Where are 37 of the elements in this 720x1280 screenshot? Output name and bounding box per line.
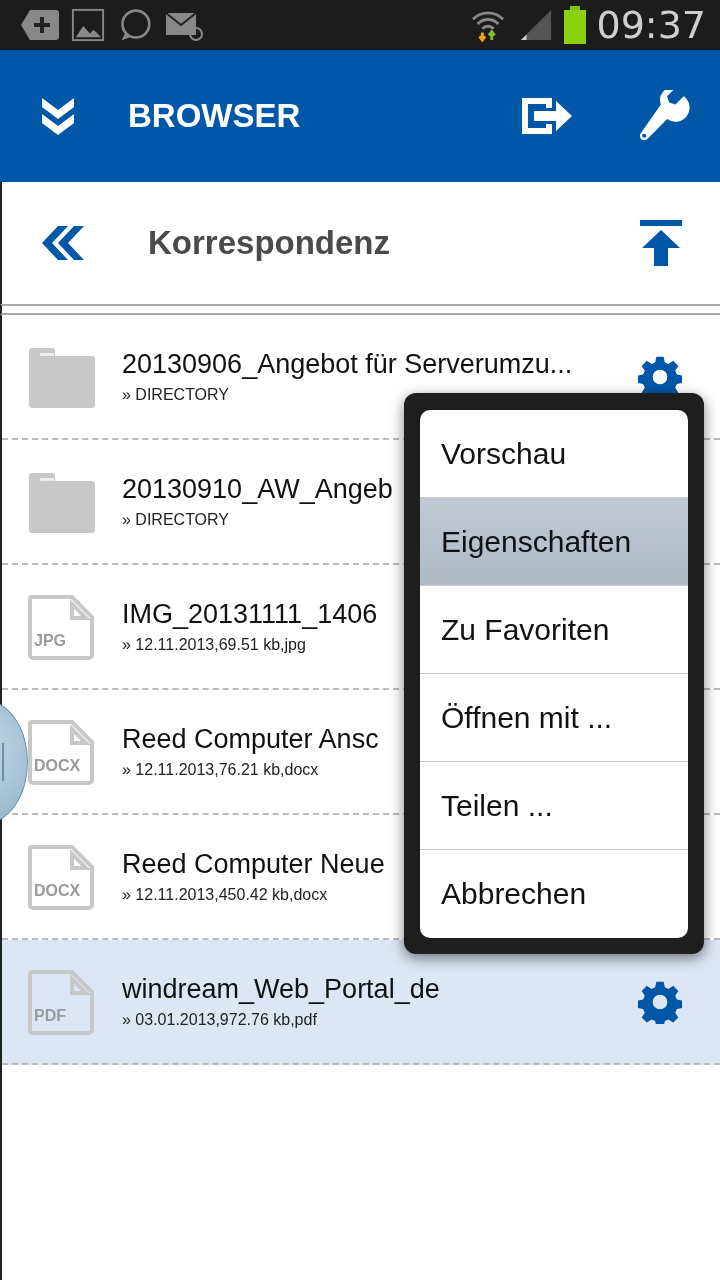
image-icon (70, 8, 106, 42)
file-name: 20130910_AW_Angeb (122, 474, 393, 505)
clock: 09:37 (596, 3, 706, 47)
file-icon (28, 844, 94, 910)
menu-item[interactable]: Zu Favoriten (420, 586, 688, 674)
menu-item[interactable]: Teilen ... (420, 762, 688, 850)
file-type-label: PDF (34, 1006, 66, 1024)
menu-item[interactable]: Abbrechen (420, 850, 688, 938)
add-notification-icon (20, 8, 60, 42)
file-icon (28, 969, 94, 1035)
file-type-label: DOCX (34, 756, 81, 774)
file-details: » DIRECTORY (122, 511, 229, 529)
file-name: IMG_20131111_1406 (122, 599, 378, 630)
file-details: » 12.11.2013,76.21 kb,docx (122, 761, 319, 779)
wrench-icon[interactable] (638, 90, 690, 142)
file-details: » 12.11.2013,450.42 kb,docx (122, 886, 328, 904)
battery-icon (564, 6, 587, 44)
menu-item[interactable]: Eigenschaften (420, 498, 688, 586)
file-icon (28, 719, 94, 785)
file-name: 20130906_Angebot für Serverumzu... (122, 349, 573, 380)
file-icon (28, 594, 94, 660)
file-name: windream_Web_Portal_de (122, 974, 440, 1005)
back-icon[interactable] (40, 226, 84, 260)
file-details: » 03.01.2013,972.76 kb,pdf (122, 1011, 317, 1029)
file-row[interactable]: PDF windream_Web_Portal_de » 03.01.2013,972.76 kb,pdf (2, 940, 720, 1065)
logout-icon[interactable] (520, 96, 574, 136)
menu-item[interactable]: Vorschau (420, 410, 688, 498)
file-type-label: JPG (34, 631, 66, 649)
app-title: BROWSER (128, 97, 302, 135)
folder-title: Korrespondenz (148, 224, 392, 262)
upload-icon[interactable] (640, 220, 682, 266)
file-details: » DIRECTORY (122, 386, 229, 404)
file-type-label: DOCX (34, 881, 81, 899)
menu-item[interactable]: Öffnen mit ... (420, 674, 688, 762)
file-details: » 12.11.2013,69.51 kb,jpg (122, 636, 306, 654)
file-name: Reed Computer Ansc (122, 724, 379, 755)
file-name: Reed Computer Neue (122, 849, 385, 880)
